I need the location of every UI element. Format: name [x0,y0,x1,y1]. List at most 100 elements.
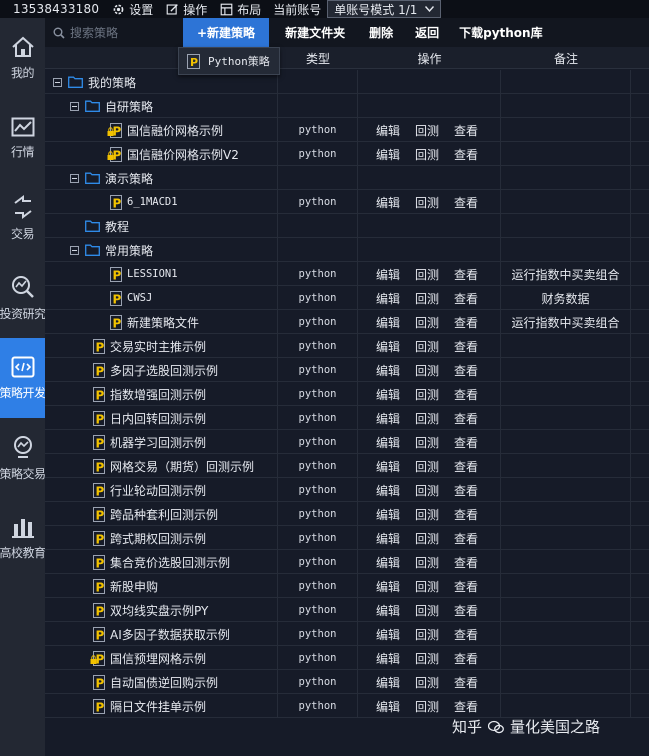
backtest-button[interactable]: 回测 [415,554,439,571]
view-button[interactable]: 查看 [454,482,478,499]
edit-button[interactable]: 编辑 [376,626,400,643]
edit-button[interactable]: 编辑 [376,578,400,595]
strategy-name[interactable]: AI多因子数据获取示例 [110,626,230,643]
strategy-row[interactable]: P 国信融价网格示例V2 python 编辑 回测 查看 [45,142,649,166]
backtest-button[interactable]: 回测 [415,482,439,499]
backtest-button[interactable]: 回测 [415,434,439,451]
view-button[interactable]: 查看 [454,362,478,379]
view-button[interactable]: 查看 [454,698,478,715]
view-button[interactable]: 查看 [454,146,478,163]
edit-button[interactable]: 编辑 [376,674,400,691]
strategy-row[interactable]: P 交易实时主推示例 python 编辑 回测 查看 [45,334,649,358]
backtest-button[interactable]: 回测 [415,602,439,619]
sidebar-item-market[interactable]: 行情 [0,98,45,178]
operate-menu[interactable]: 操作 [166,1,207,18]
collapse-toggle-icon[interactable] [70,101,79,111]
strategy-name[interactable]: 6_1MACD1 [127,196,178,208]
backtest-button[interactable]: 回测 [415,338,439,355]
edit-button[interactable]: 编辑 [376,482,400,499]
folder-name[interactable]: 常用策略 [105,242,153,259]
strategy-name[interactable]: 隔日文件挂单示例 [110,698,206,715]
sidebar-item-trade[interactable]: 交易 [0,178,45,258]
edit-button[interactable]: 编辑 [376,362,400,379]
strategy-row[interactable]: P 指数增强回测示例 python 编辑 回测 查看 [45,382,649,406]
strategy-row[interactable]: P 新建策略文件 python 编辑 回测 查看 运行指数中买卖组合 [45,310,649,334]
sidebar-item-strategy-trade[interactable]: 策略交易 [0,418,46,498]
edit-button[interactable]: 编辑 [376,434,400,451]
edit-button[interactable]: 编辑 [376,122,400,139]
strategy-row[interactable]: P 跨品种套利回测示例 python 编辑 回测 查看 [45,502,649,526]
view-button[interactable]: 查看 [454,314,478,331]
backtest-button[interactable]: 回测 [415,650,439,667]
strategy-name[interactable]: 交易实时主推示例 [110,338,206,355]
view-button[interactable]: 查看 [454,506,478,523]
edit-button[interactable]: 编辑 [376,554,400,571]
strategy-name[interactable]: 新股申购 [110,578,158,595]
collapse-toggle-icon[interactable] [53,77,62,87]
view-button[interactable]: 查看 [454,434,478,451]
backtest-button[interactable]: 回测 [415,290,439,307]
download-python-lib-button[interactable]: 下载python库 [449,18,552,47]
strategy-row[interactable]: P 国信预埋网格示例 python 编辑 回测 查看 [45,646,649,670]
edit-button[interactable]: 编辑 [376,410,400,427]
edit-button[interactable]: 编辑 [376,530,400,547]
strategy-name[interactable]: 国信融价网格示例 [127,122,223,139]
sidebar-item-mine[interactable]: 我的 [0,18,45,98]
strategy-name[interactable]: 网格交易（期货）回测示例 [110,458,254,475]
strategy-row[interactable]: P 跨式期权回测示例 python 编辑 回测 查看 [45,526,649,550]
strategy-row[interactable]: P 集合竞价选股回测示例 python 编辑 回测 查看 [45,550,649,574]
account-mode-select[interactable]: 单账号模式 1/1 [327,0,442,18]
strategy-name[interactable]: 国信融价网格示例V2 [127,146,239,163]
view-button[interactable]: 查看 [454,650,478,667]
backtest-button[interactable]: 回测 [415,506,439,523]
edit-button[interactable]: 编辑 [376,194,400,211]
view-button[interactable]: 查看 [454,410,478,427]
sidebar-item-strategy-dev[interactable]: 策略开发 [0,338,46,418]
backtest-button[interactable]: 回测 [415,578,439,595]
view-button[interactable]: 查看 [454,554,478,571]
backtest-button[interactable]: 回测 [415,410,439,427]
strategy-name[interactable]: 自动国债逆回购示例 [110,674,218,691]
strategy-row[interactable]: P 行业轮动回测示例 python 编辑 回测 查看 [45,478,649,502]
view-button[interactable]: 查看 [454,602,478,619]
view-button[interactable]: 查看 [454,290,478,307]
new-strategy-button[interactable]: +新建策略 [183,18,270,47]
strategy-row[interactable]: P 多因子选股回测示例 python 编辑 回测 查看 [45,358,649,382]
strategy-row[interactable]: P CWSJ python 编辑 回测 查看 财务数据 [45,286,649,310]
backtest-button[interactable]: 回测 [415,314,439,331]
strategy-name[interactable]: 跨品种套利回测示例 [110,506,218,523]
folder-row[interactable]: 教程 [45,214,649,238]
backtest-button[interactable]: 回测 [415,530,439,547]
layout-menu[interactable]: 布局 [220,1,261,18]
strategy-row[interactable]: P 网格交易（期货）回测示例 python 编辑 回测 查看 [45,454,649,478]
backtest-button[interactable]: 回测 [415,626,439,643]
edit-button[interactable]: 编辑 [376,698,400,715]
edit-button[interactable]: 编辑 [376,386,400,403]
view-button[interactable]: 查看 [454,194,478,211]
backtest-button[interactable]: 回测 [415,386,439,403]
python-strategy-option[interactable]: Python策略 [208,53,270,69]
strategy-name[interactable]: 日内回转回测示例 [110,410,206,427]
edit-button[interactable]: 编辑 [376,146,400,163]
strategy-row[interactable]: P 机器学习回测示例 python 编辑 回测 查看 [45,430,649,454]
backtest-button[interactable]: 回测 [415,194,439,211]
view-button[interactable]: 查看 [454,626,478,643]
edit-button[interactable]: 编辑 [376,458,400,475]
strategy-name[interactable]: 集合竞价选股回测示例 [110,554,230,571]
backtest-button[interactable]: 回测 [415,698,439,715]
sidebar-item-education[interactable]: 高校教育 [0,498,46,578]
strategy-row[interactable]: P 国信融价网格示例 python 编辑 回测 查看 [45,118,649,142]
backtest-button[interactable]: 回测 [415,674,439,691]
edit-button[interactable]: 编辑 [376,602,400,619]
view-button[interactable]: 查看 [454,458,478,475]
strategy-row[interactable]: P AI多因子数据获取示例 python 编辑 回测 查看 [45,622,649,646]
search-box[interactable] [53,22,183,44]
backtest-button[interactable]: 回测 [415,362,439,379]
strategy-row[interactable]: P 自动国债逆回购示例 python 编辑 回测 查看 [45,670,649,694]
strategy-row[interactable]: P 新股申购 python 编辑 回测 查看 [45,574,649,598]
view-button[interactable]: 查看 [454,578,478,595]
folder-name[interactable]: 我的策略 [88,74,136,91]
edit-button[interactable]: 编辑 [376,266,400,283]
strategy-name[interactable]: 新建策略文件 [127,314,199,331]
sidebar-item-research[interactable]: 投资研究 [0,258,46,338]
